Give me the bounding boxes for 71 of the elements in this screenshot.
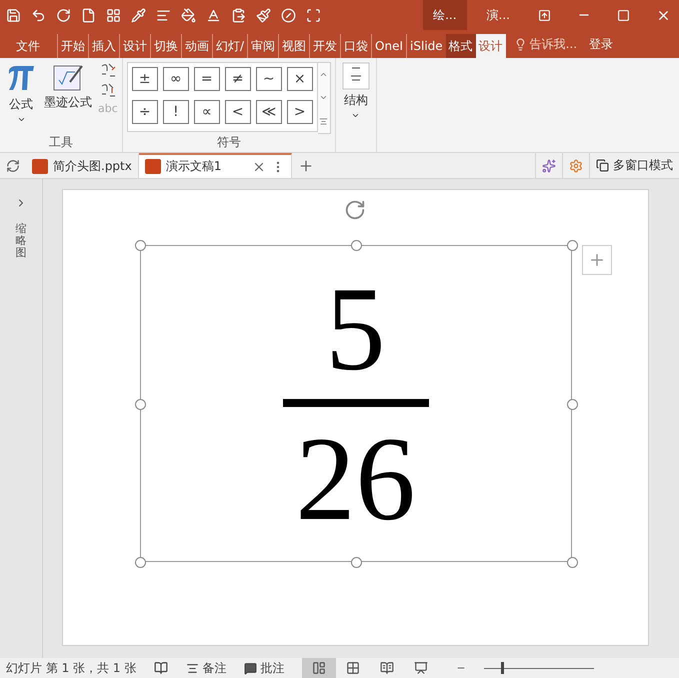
notes-button[interactable]: 备注: [186, 660, 226, 676]
grid-icon[interactable]: [106, 8, 121, 22]
view-icon: [346, 661, 360, 675]
document-tab[interactable]: 简介头图.pptx: [26, 153, 139, 178]
resize-handle[interactable]: [350, 240, 362, 251]
more-icon[interactable]: [319, 116, 328, 126]
symbol-button[interactable]: ÷: [132, 100, 158, 124]
ribbon-tab[interactable]: 设计: [476, 34, 506, 58]
windows-icon: [596, 159, 609, 172]
symbol-button[interactable]: <: [224, 100, 251, 124]
undo-icon[interactable]: [31, 8, 46, 22]
redo-icon[interactable]: [56, 8, 71, 22]
symbol-button[interactable]: ≪: [256, 100, 282, 124]
group-label: 工具: [48, 134, 74, 151]
view-icon: [414, 661, 428, 675]
multi-window-button[interactable]: 多窗口模式: [589, 153, 679, 178]
rotate-icon[interactable]: [344, 199, 366, 221]
align-icon[interactable]: [156, 8, 171, 22]
structure-button[interactable]: 结构: [340, 62, 372, 120]
resize-handle[interactable]: [134, 557, 146, 568]
save-icon[interactable]: [6, 8, 21, 22]
comments-button[interactable]: 批注: [244, 660, 284, 676]
group-label: 符号: [216, 134, 242, 151]
symbol-button[interactable]: ×: [286, 67, 313, 91]
lightbulb-icon: [514, 38, 527, 50]
denominator: 26: [296, 418, 416, 538]
symbol-button[interactable]: >: [286, 100, 313, 124]
plus-icon[interactable]: [582, 245, 612, 275]
symbol-button[interactable]: ∞: [162, 67, 189, 91]
login-link[interactable]: 登录: [589, 36, 614, 52]
symbol-button[interactable]: ≠: [224, 67, 251, 91]
numerator: 5: [326, 268, 386, 388]
paint-bucket-icon[interactable]: [181, 8, 196, 22]
resize-handle[interactable]: [350, 557, 362, 568]
thumbnails-label[interactable]: 缩略图: [16, 223, 26, 260]
caret-icon: [351, 111, 360, 120]
comment-icon: [244, 662, 258, 674]
fraction-icon: [342, 62, 370, 90]
eyedropper-icon[interactable]: [131, 8, 146, 22]
tell-me-field[interactable]: 告诉我...: [514, 36, 578, 52]
slide-info: 幻灯片 第 1 张，共 1 张: [6, 660, 136, 676]
symbol-button[interactable]: =: [194, 67, 220, 91]
brush-icon[interactable]: [256, 8, 271, 22]
paste-icon[interactable]: [231, 8, 246, 22]
symbol-button[interactable]: !: [162, 100, 189, 124]
document-tab[interactable]: 演示文稿1: [138, 153, 292, 178]
page-icon[interactable]: [81, 8, 96, 22]
zoom-thumb[interactable]: [500, 662, 504, 674]
circle-icon[interactable]: [281, 8, 296, 22]
equation-button[interactable]: 公式: [4, 62, 38, 134]
resize-handle[interactable]: [134, 398, 146, 410]
ribbon-tab[interactable]: 文件: [4, 34, 43, 58]
ink-equation-button[interactable]: 墨迹公式: [42, 62, 94, 134]
view-button[interactable]: [302, 658, 336, 678]
resize-handle[interactable]: [134, 240, 146, 251]
window-tab[interactable]: 演...: [476, 0, 520, 30]
caret-icon: [16, 115, 26, 124]
symbol-button[interactable]: ~: [256, 67, 282, 91]
frame-icon[interactable]: [306, 8, 321, 22]
font-color-icon[interactable]: [206, 8, 221, 22]
view-icon: [380, 661, 394, 675]
notes-icon: [186, 662, 200, 674]
symbol-button[interactable]: ∝: [194, 100, 220, 124]
window-tab[interactable]: 绘...: [423, 0, 467, 30]
resize-handle[interactable]: [566, 240, 578, 251]
equation-frame[interactable]: 5 26: [140, 245, 572, 562]
ribbon-tab[interactable]: 格式: [446, 34, 476, 58]
resize-handle[interactable]: [566, 557, 578, 568]
resize-handle[interactable]: [566, 398, 578, 410]
symbol-button[interactable]: ±: [132, 67, 158, 91]
view-icon: [312, 661, 326, 675]
